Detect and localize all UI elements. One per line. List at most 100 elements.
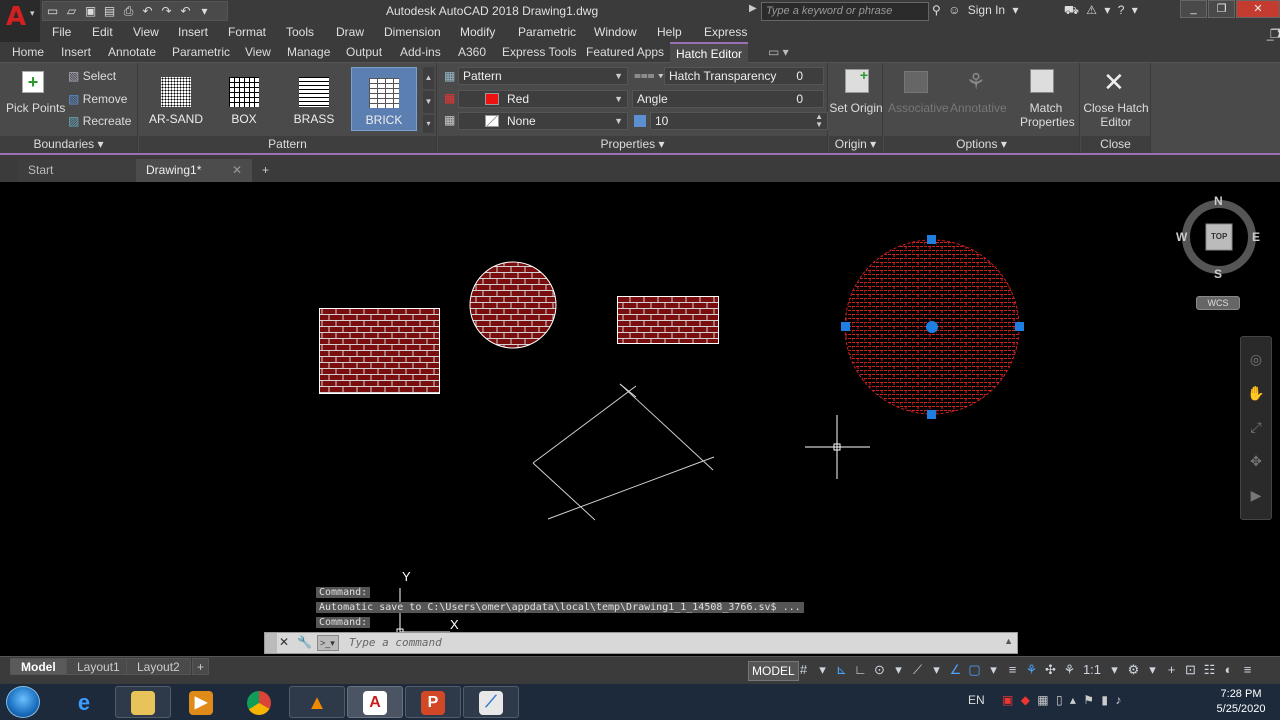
volume-icon[interactable]: ♪ xyxy=(1115,693,1121,707)
viewcube-north[interactable]: N xyxy=(1214,194,1223,208)
menu-format[interactable]: Format xyxy=(228,25,266,39)
menu-window[interactable]: Window xyxy=(594,25,637,39)
units-icon[interactable]: ⊡ xyxy=(1181,662,1200,678)
isodraft-icon[interactable]: ⟋ xyxy=(908,662,927,678)
qat-dropdown-icon[interactable]: ▾ xyxy=(195,2,214,20)
print-icon[interactable]: ⎙ xyxy=(119,2,138,20)
tray-device-icon[interactable]: ▯ xyxy=(1056,693,1063,707)
sign-in-dropdown-icon[interactable]: ▾ xyxy=(1012,3,1018,17)
help-icon[interactable]: ? xyxy=(1118,3,1125,17)
wcs-menu-button[interactable]: WCS xyxy=(1196,296,1240,310)
isodraft-dropdown-icon[interactable]: ▾ xyxy=(927,662,946,678)
lineweight-icon[interactable]: ≡ xyxy=(1003,662,1022,677)
command-input[interactable]: Type a command xyxy=(349,636,442,649)
scale-field[interactable]: 10 ▲ ▼ xyxy=(650,112,828,130)
taskbar-ie[interactable]: e xyxy=(56,686,112,718)
taskbar-chrome[interactable] xyxy=(231,686,287,718)
grid-dropdown-icon[interactable]: ▾ xyxy=(813,662,832,678)
taskbar-media-player[interactable]: ▶ xyxy=(173,686,229,718)
menu-dimension[interactable]: Dimension xyxy=(384,25,441,39)
ribbon-minimize-icon[interactable]: ▭ ▾ xyxy=(768,45,789,59)
sign-in-link[interactable]: Sign In xyxy=(968,3,1005,17)
object-snap-icon[interactable]: ▢ xyxy=(965,662,984,678)
tab-add-ins[interactable]: Add-ins xyxy=(400,45,441,59)
grip-right[interactable] xyxy=(1015,322,1024,331)
close-window-button[interactable]: ✕ xyxy=(1236,0,1280,18)
language-indicator[interactable]: EN xyxy=(968,693,985,707)
tab-annotate[interactable]: Annotate xyxy=(108,45,156,59)
showmotion-icon[interactable]: ▶ xyxy=(1244,483,1268,507)
help-dropdown-icon[interactable]: ▾ xyxy=(1132,3,1138,17)
transparency-icon[interactable]: ⩶ ▾ xyxy=(634,68,664,83)
taskbar-autocad[interactable]: A xyxy=(347,686,403,718)
windows-start-button[interactable] xyxy=(6,686,40,718)
ortho-icon[interactable]: ∟ xyxy=(851,662,870,677)
pattern-brass[interactable]: BRASS xyxy=(281,67,347,131)
origin-panel-title[interactable]: Origin ▾ xyxy=(829,136,882,153)
command-line-grip[interactable] xyxy=(265,633,277,653)
binoculars-icon[interactable]: ⚲ xyxy=(932,3,941,17)
associative-button[interactable]: Associative xyxy=(888,101,949,115)
isolate-objects-icon[interactable]: ◐ xyxy=(1219,662,1238,677)
system-clock[interactable]: 7:28 PM 5/25/2020 xyxy=(1204,687,1278,717)
user-icon[interactable]: ☺ xyxy=(948,3,960,17)
tray-signal-icon[interactable]: ▮ xyxy=(1101,693,1108,707)
a360-dropdown-icon[interactable]: ▾ xyxy=(1104,3,1110,17)
workspace-dropdown-icon[interactable]: ▾ xyxy=(1143,662,1162,678)
menu-tools[interactable]: Tools xyxy=(286,25,314,39)
grip-center[interactable] xyxy=(926,321,938,333)
pattern-scroll-up-icon[interactable]: ▲ xyxy=(423,67,434,89)
viewcube-east[interactable]: E xyxy=(1252,230,1260,244)
doc-close-icon[interactable]: ✕ xyxy=(1276,27,1280,41)
tray-adobe-icon[interactable]: ◆ xyxy=(1021,693,1030,707)
taskbar-vlc[interactable]: ▲ xyxy=(289,686,345,718)
save-as-icon[interactable]: ▤ xyxy=(100,2,119,20)
annotation-visibility-icon[interactable]: ⚘ xyxy=(1022,662,1041,678)
command-close-icon[interactable]: ✕ xyxy=(279,635,289,649)
new-icon[interactable]: ▭ xyxy=(43,2,62,20)
redo-icon[interactable]: ↷ xyxy=(157,2,176,20)
tray-app-icon[interactable]: ▣ xyxy=(1002,693,1013,707)
annotation-monitor-icon[interactable]: + xyxy=(1162,662,1181,677)
tab-view[interactable]: View xyxy=(245,45,271,59)
cart-icon[interactable]: ⛟ xyxy=(1064,3,1079,17)
recreate-button[interactable]: ▨ Recreate xyxy=(68,114,131,128)
customize-status-icon[interactable]: ≡ xyxy=(1238,662,1257,677)
steering-wheel-icon[interactable]: ◎ xyxy=(1244,347,1268,371)
taskbar-powerpoint[interactable]: P xyxy=(405,686,461,718)
grip-top[interactable] xyxy=(927,235,936,244)
menu-draw[interactable]: Draw xyxy=(336,25,364,39)
pattern-scroll-down-icon[interactable]: ▼ xyxy=(423,91,434,113)
viewcube-top-label[interactable]: TOP xyxy=(1211,232,1227,241)
layout-tab-model[interactable]: Model xyxy=(10,658,67,675)
add-layout-button[interactable]: + xyxy=(192,658,210,675)
orbit-icon[interactable]: ✥ xyxy=(1244,449,1268,473)
pattern-ar-sand[interactable]: AR-SAND xyxy=(143,67,209,131)
tab-a360[interactable]: A360 xyxy=(458,45,486,59)
boundaries-panel-title[interactable]: Boundaries ▾ xyxy=(0,136,137,153)
pattern-expand-icon[interactable]: ▾ xyxy=(423,115,434,133)
annotation-scale-value[interactable]: 1:1 xyxy=(1079,662,1105,677)
command-customize-icon[interactable]: 🔧 xyxy=(297,635,312,649)
menu-express[interactable]: Express xyxy=(704,25,747,39)
viewcube-south[interactable]: S xyxy=(1214,267,1222,281)
pick-points-button[interactable]: Pick Points xyxy=(6,101,65,115)
pattern-box[interactable]: BOX xyxy=(211,67,277,131)
remove-button[interactable]: ▧ Remove xyxy=(68,92,127,106)
open-icon[interactable]: ▱ xyxy=(62,2,81,20)
properties-panel-title[interactable]: Properties ▾ xyxy=(438,136,827,153)
doc-tab-start[interactable]: Start xyxy=(18,159,136,183)
tab-express-tools[interactable]: Express Tools xyxy=(502,45,576,59)
angle-field[interactable]: Angle 0 xyxy=(632,90,824,108)
hatch-color-select[interactable]: Red ▼ xyxy=(458,90,628,108)
zoom-extents-icon[interactable]: ⤢ xyxy=(1244,415,1268,439)
menu-edit[interactable]: Edit xyxy=(92,25,113,39)
undo-icon[interactable]: ↶ xyxy=(138,2,157,20)
tray-flag-icon[interactable]: ⚑ xyxy=(1083,693,1094,707)
menu-help[interactable]: Help xyxy=(657,25,682,39)
recent-commands-icon[interactable]: >_▾ xyxy=(317,635,339,651)
background-color-select[interactable]: None ▼ xyxy=(458,112,628,130)
drawing-canvas[interactable]: N S E W TOP xyxy=(0,182,1280,656)
tab-featured-apps[interactable]: Featured Apps xyxy=(586,45,664,59)
menu-file[interactable]: File xyxy=(52,25,71,39)
